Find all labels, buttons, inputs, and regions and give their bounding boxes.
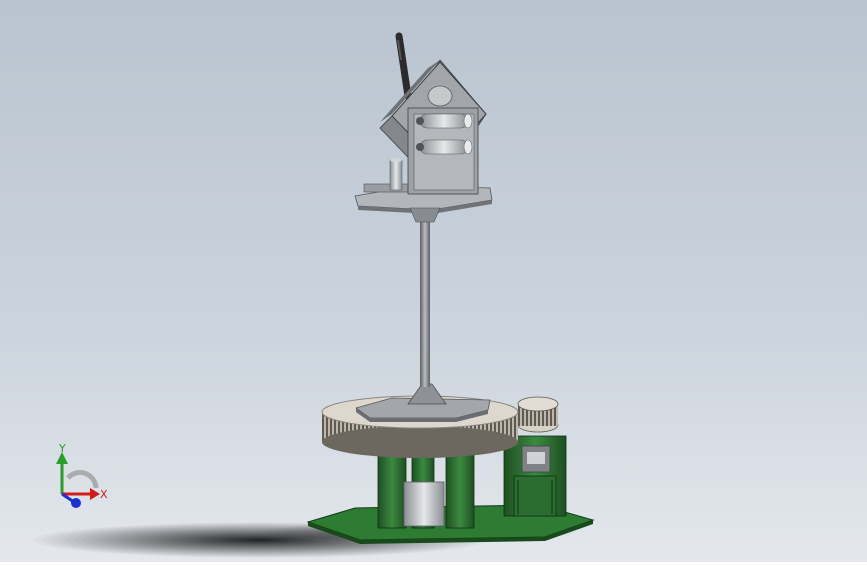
3d-viewport[interactable]: Y X (0, 0, 867, 562)
viewport-canvas[interactable] (0, 0, 867, 562)
x-axis-arrowhead (90, 488, 100, 500)
rotation-arc-icon (66, 470, 99, 489)
z-axis-arrowhead (71, 498, 81, 508)
orientation-triad[interactable]: Y X (40, 438, 120, 518)
x-axis-label: X (100, 488, 108, 501)
y-axis-label: Y (58, 442, 66, 455)
vertical-rod[interactable] (420, 222, 430, 387)
